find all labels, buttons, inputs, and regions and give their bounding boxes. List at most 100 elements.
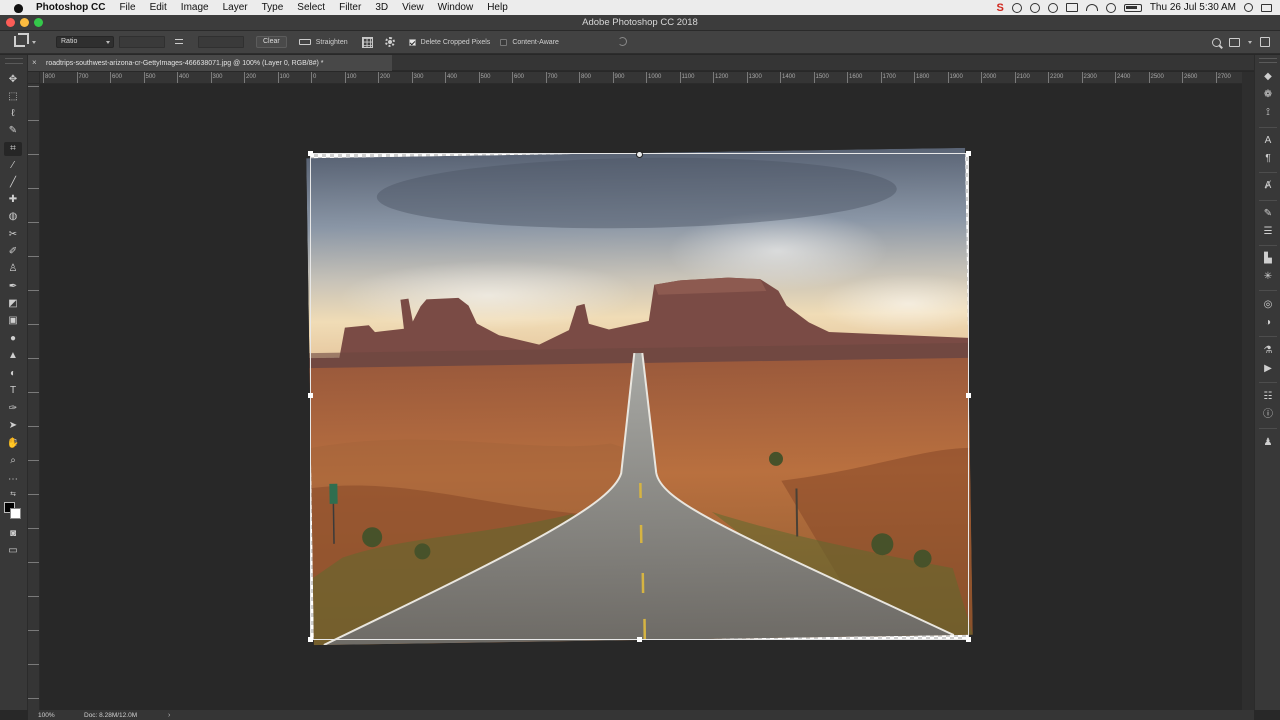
menu-edit[interactable]: Edit xyxy=(143,0,174,15)
crop-handle-bottom-middle[interactable] xyxy=(637,637,642,642)
libraries-icon[interactable]: ♟ xyxy=(1260,436,1276,450)
sync-icon[interactable] xyxy=(1011,2,1022,13)
default-colors-icon[interactable]: ⇆ xyxy=(4,488,22,502)
crop-handle-top-left[interactable] xyxy=(308,151,313,156)
navigator-icon[interactable]: ✳ xyxy=(1260,270,1276,284)
menu-app-name[interactable]: Photoshop CC xyxy=(36,0,112,15)
horizontal-ruler[interactable]: 800 700 600 500 400 300 200 100 0 100 200 300 400 500… xyxy=(28,72,1242,84)
swap-dimensions-icon[interactable] xyxy=(173,38,185,46)
straighten-icon[interactable] xyxy=(298,39,311,45)
channels-icon[interactable]: ❁ xyxy=(1260,88,1276,102)
reset-crop-icon[interactable] xyxy=(618,37,627,46)
menu-type[interactable]: Type xyxy=(255,0,291,15)
scissors-tool-icon[interactable]: ✂ xyxy=(4,228,22,242)
move-tool-icon[interactable]: ✥ xyxy=(4,73,22,87)
type-tool-icon[interactable]: T xyxy=(4,384,22,398)
history-brush-tool-icon[interactable]: ✒ xyxy=(4,280,22,294)
sharpen-tool-icon[interactable]: ▲ xyxy=(4,349,22,363)
histogram-icon[interactable]: ▙ xyxy=(1260,252,1276,266)
timemachine-icon[interactable] xyxy=(1047,2,1058,13)
menu-file[interactable]: File xyxy=(112,0,142,15)
content-aware-checkbox[interactable] xyxy=(500,38,508,46)
path-select-tool-icon[interactable]: ➤ xyxy=(4,419,22,433)
close-icon[interactable]: × xyxy=(32,59,40,67)
brush-settings-icon[interactable]: ☰ xyxy=(1260,225,1276,239)
quick-select-tool-icon[interactable]: ✎ xyxy=(4,124,22,138)
paragraph-icon[interactable]: ¶ xyxy=(1260,152,1276,166)
content-aware-label[interactable]: Content-Aware xyxy=(512,39,559,46)
hand-tool-icon[interactable]: ✋ xyxy=(4,437,22,451)
zoom-level[interactable]: 100% xyxy=(28,712,68,719)
properties-icon[interactable]: ☷ xyxy=(1260,390,1276,404)
ruler-tool-icon[interactable]: ╱ xyxy=(4,176,22,190)
crop-handle-right-middle[interactable] xyxy=(966,393,971,398)
delete-cropped-pixels-checkbox[interactable] xyxy=(408,38,416,46)
info-icon[interactable]: ⓘ xyxy=(1260,408,1276,422)
document-tab[interactable]: × roadtrips-southwest-arizona-cr-GettyIm… xyxy=(28,55,392,71)
swatches-icon[interactable]: ◑ xyxy=(1260,316,1276,330)
menu-image[interactable]: Image xyxy=(174,0,216,15)
gear-icon[interactable] xyxy=(384,37,395,47)
menu-3d[interactable]: 3D xyxy=(368,0,395,15)
ratio-select[interactable]: Ratio xyxy=(56,36,114,48)
brushes-icon[interactable]: ✎ xyxy=(1260,207,1276,221)
vertical-ruler[interactable] xyxy=(28,84,40,710)
adjustments-icon[interactable]: ⚗ xyxy=(1260,344,1276,358)
pen-tool-icon[interactable]: ✑ xyxy=(4,402,22,416)
chevron-down-icon[interactable] xyxy=(1248,40,1252,44)
panel-grip[interactable] xyxy=(5,58,23,64)
blur-tool-icon[interactable]: ● xyxy=(4,332,22,346)
straighten-label[interactable]: Straighten xyxy=(316,39,348,46)
glyphs-icon[interactable]: Ⱥ xyxy=(1260,179,1276,193)
canvas-area[interactable] xyxy=(40,84,1242,710)
healing-tool-icon[interactable]: ✚ xyxy=(4,193,22,207)
dodge-tool-icon[interactable]: ◐ xyxy=(4,367,22,381)
lasso-tool-icon[interactable]: ℓ xyxy=(4,107,22,121)
zoom-tool-icon[interactable]: ⌕ xyxy=(4,454,22,468)
menubar-clock[interactable]: Thu 26 Jul 5:30 AM xyxy=(1150,2,1236,13)
crop-tool-icon[interactable]: ⌗ xyxy=(4,142,22,156)
flag-icon[interactable] xyxy=(1065,3,1078,12)
actions-icon[interactable]: ▶ xyxy=(1260,362,1276,376)
crop-handle-bottom-left[interactable] xyxy=(308,637,313,642)
panel-grip[interactable] xyxy=(1259,58,1277,63)
crop-handle-top-right[interactable] xyxy=(966,151,971,156)
clone-stamp-tool-icon[interactable]: ♙ xyxy=(4,262,22,276)
status-menu-arrow-icon[interactable]: › xyxy=(168,712,170,719)
crop-canvas[interactable] xyxy=(306,147,973,646)
eyedropper-tool-icon[interactable]: ⁄ xyxy=(4,159,22,173)
overlay-grid-icon[interactable] xyxy=(361,36,373,48)
notification-center-icon[interactable] xyxy=(1261,3,1272,12)
workspace-icon[interactable] xyxy=(1229,37,1240,47)
more-tools-icon[interactable]: ⋯ xyxy=(4,473,22,487)
menu-layer[interactable]: Layer xyxy=(216,0,255,15)
brush-tool-icon[interactable]: ✐ xyxy=(4,245,22,259)
background-color-swatch[interactable] xyxy=(10,508,21,519)
clear-button[interactable]: Clear xyxy=(256,36,287,48)
character-icon[interactable]: A xyxy=(1260,134,1276,148)
patch-tool-icon[interactable]: ◍ xyxy=(4,210,22,224)
eraser-tool-icon[interactable]: ◩ xyxy=(4,297,22,311)
ruler-origin[interactable] xyxy=(28,72,40,84)
battery-icon[interactable] xyxy=(1123,3,1142,12)
menu-view[interactable]: View xyxy=(395,0,431,15)
crop-handle-left-middle[interactable] xyxy=(308,393,313,398)
s-app-icon[interactable]: S xyxy=(996,2,1003,13)
vertical-scrollbar[interactable] xyxy=(1242,72,1254,710)
layers-icon[interactable]: ◆ xyxy=(1260,70,1276,84)
delete-cropped-pixels-label[interactable]: Delete Cropped Pixels xyxy=(421,39,491,46)
apple-icon[interactable] xyxy=(12,3,26,13)
ratio-width-input[interactable] xyxy=(119,36,165,48)
menu-window[interactable]: Window xyxy=(431,0,481,15)
ratio-height-input[interactable] xyxy=(198,36,244,48)
menu-filter[interactable]: Filter xyxy=(332,0,368,15)
share-icon[interactable] xyxy=(1260,37,1270,47)
quick-mask-icon[interactable]: ◙ xyxy=(4,527,22,541)
spotlight-icon[interactable] xyxy=(1244,3,1253,12)
color-icon[interactable]: ◎ xyxy=(1260,298,1276,312)
gradient-tool-icon[interactable]: ▣ xyxy=(4,314,22,328)
vpn-icon[interactable] xyxy=(1029,2,1040,13)
screen-mode-icon[interactable]: ▭ xyxy=(4,544,22,558)
marquee-tool-icon[interactable]: ⬚ xyxy=(4,90,22,104)
crop-tool-preset-picker[interactable] xyxy=(10,32,46,52)
